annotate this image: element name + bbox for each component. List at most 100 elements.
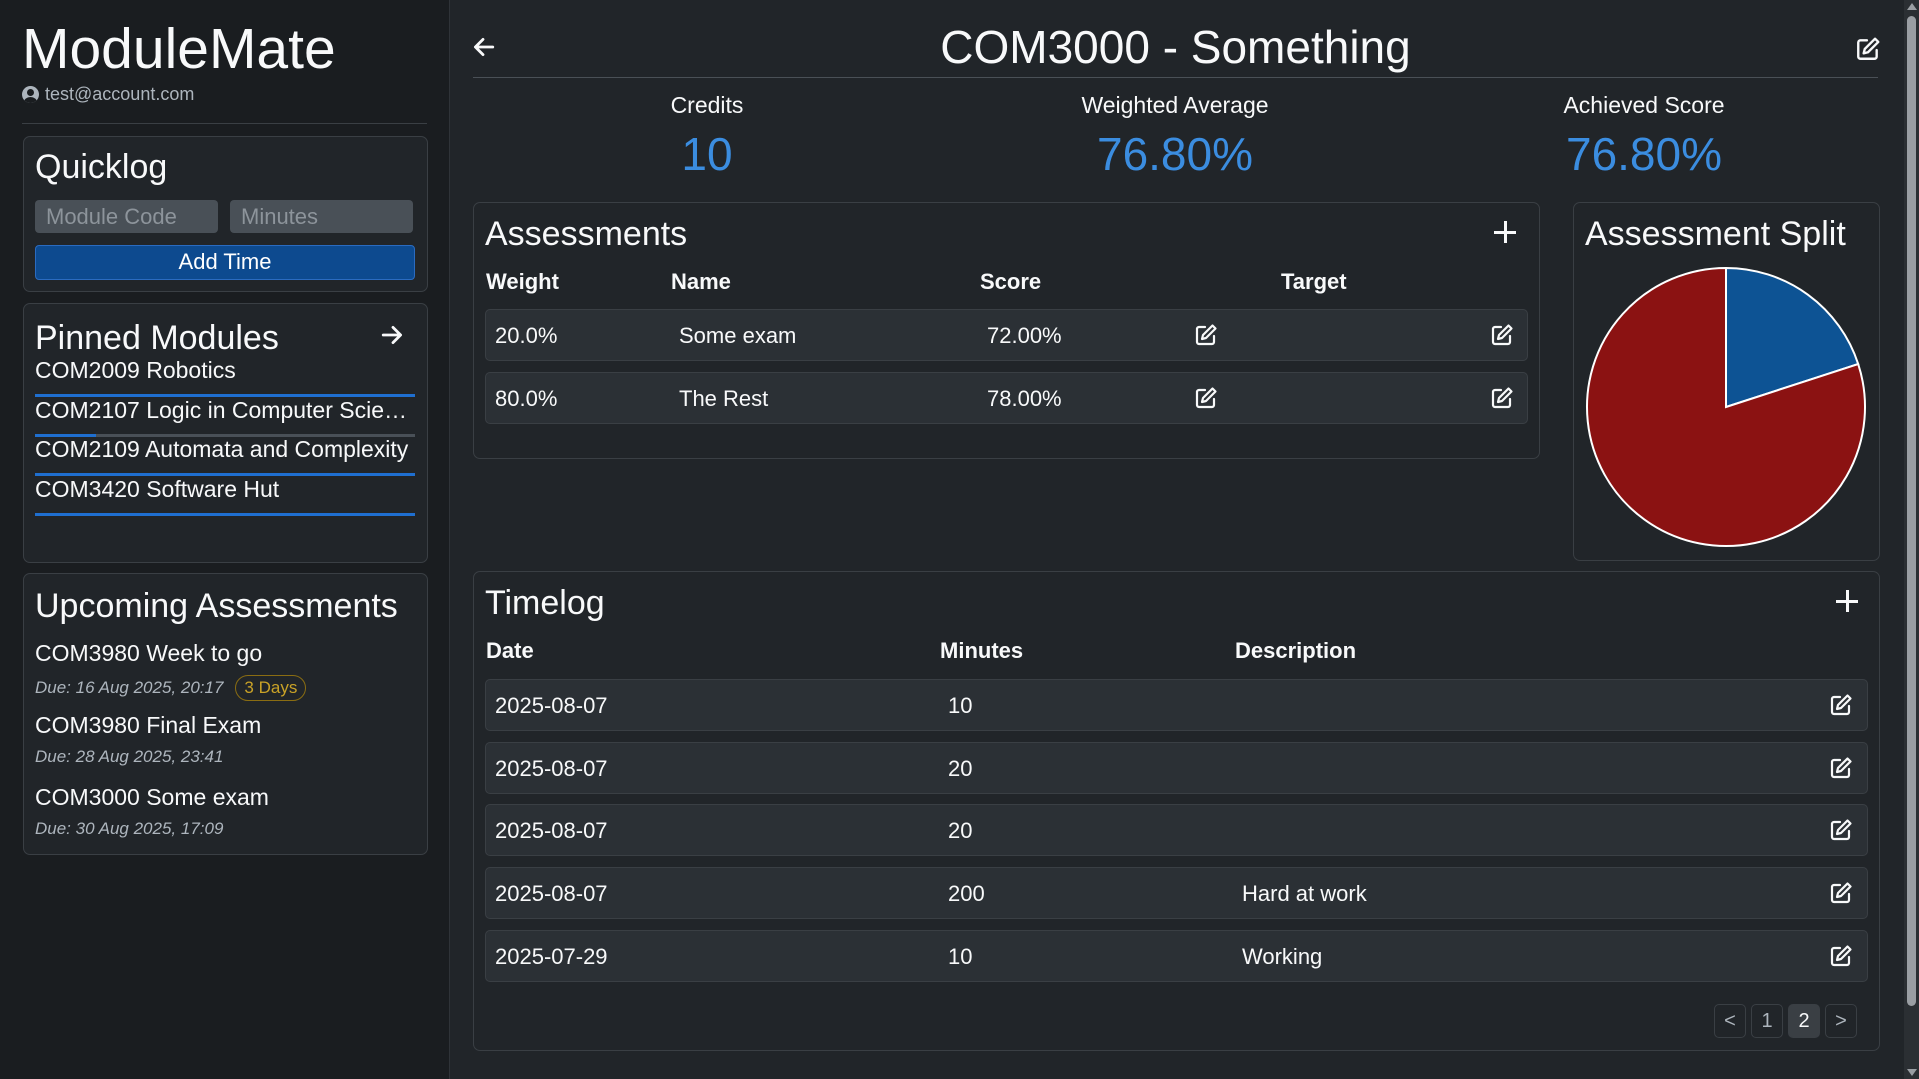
upcoming-assessments-card: Upcoming Assessments COM3980 Week to go … bbox=[23, 573, 428, 855]
timelog-row[interactable]: 2025-08-07 20 bbox=[485, 742, 1868, 794]
timelog-row[interactable]: 2025-08-07 200 Hard at work bbox=[485, 867, 1868, 919]
stat-value: 76.80% bbox=[1096, 128, 1253, 180]
assessment-weight: 20.0% bbox=[495, 323, 558, 348]
upcoming-assessment-due: Due: 28 Aug 2025, 23:41 bbox=[35, 747, 224, 766]
pagination-page-1[interactable]: 1 bbox=[1751, 1004, 1783, 1038]
assessment-name: Some exam bbox=[679, 323, 797, 348]
scroll-up-arrow-icon[interactable] bbox=[1907, 3, 1917, 10]
timelog-date: 2025-07-29 bbox=[495, 944, 608, 969]
edit-timelog-icon[interactable] bbox=[1829, 881, 1853, 905]
edit-target-icon[interactable] bbox=[1490, 386, 1514, 410]
column-header-weight: Weight bbox=[486, 269, 559, 294]
pinned-module-item[interactable]: COM2109 Automata and Complexity bbox=[35, 432, 415, 476]
upcoming-assessment-due: Due: 30 Aug 2025, 17:09 bbox=[35, 819, 224, 838]
timelog-minutes: 10 bbox=[948, 693, 973, 718]
add-time-button[interactable]: Add Time bbox=[35, 245, 415, 280]
stat-value: 10 bbox=[681, 128, 733, 180]
stat-label: Achieved Score bbox=[1563, 92, 1725, 118]
assessment-split-card: Assessment Split bbox=[1573, 202, 1880, 561]
upcoming-assessment-name: COM3980 Final Exam bbox=[35, 712, 262, 738]
upcoming-assessment-due: Due: 16 Aug 2025, 20:17 bbox=[35, 678, 224, 697]
stat-label: Weighted Average bbox=[1081, 92, 1269, 118]
assessment-score: 78.00% bbox=[987, 386, 1062, 411]
user-circle-icon bbox=[22, 86, 39, 103]
timelog-date: 2025-08-07 bbox=[495, 818, 608, 843]
pinned-module-label: COM2107 Logic in Computer Science bbox=[35, 397, 415, 423]
assessment-row[interactable]: 20.0% Some exam 72.00% bbox=[485, 309, 1528, 361]
assessments-title: Assessments bbox=[485, 215, 688, 253]
timelog-row[interactable]: 2025-08-07 20 bbox=[485, 804, 1868, 856]
column-header-name: Name bbox=[671, 269, 731, 294]
assessment-row[interactable]: 80.0% The Rest 78.00% bbox=[485, 372, 1528, 424]
edit-timelog-icon[interactable] bbox=[1829, 756, 1853, 780]
sidebar-divider bbox=[22, 123, 427, 124]
timelog-description: Working bbox=[1242, 944, 1323, 969]
pinned-module-item[interactable]: COM3420 Software Hut bbox=[35, 472, 415, 516]
timelog-row[interactable]: 2025-07-29 10 Working bbox=[485, 930, 1868, 982]
edit-score-icon[interactable] bbox=[1194, 386, 1218, 410]
scroll-down-arrow-icon[interactable] bbox=[1907, 1069, 1917, 1076]
stat-weighted-average: Weighted Average 76.80% bbox=[975, 92, 1375, 181]
account-info[interactable]: test@account.com bbox=[22, 84, 194, 105]
upcoming-assessment-name: COM3980 Week to go bbox=[35, 640, 263, 666]
edit-timelog-icon[interactable] bbox=[1829, 693, 1853, 717]
minutes-input[interactable] bbox=[230, 200, 413, 233]
upcoming-assessment-item[interactable]: COM3980 Week to go Due: 16 Aug 2025, 20:… bbox=[35, 640, 415, 701]
upcoming-assessment-name: COM3000 Some exam bbox=[35, 784, 269, 810]
sidebar: ModuleMate test@account.com Quicklog Add… bbox=[0, 0, 450, 1079]
pagination-prev[interactable]: < bbox=[1714, 1004, 1746, 1038]
column-header-target: Target bbox=[1281, 269, 1347, 294]
pinned-module-label: COM2009 Robotics bbox=[35, 357, 236, 383]
upcoming-assessment-item[interactable]: COM3000 Some exam Due: 30 Aug 2025, 17:0… bbox=[35, 784, 415, 839]
app-logo-title[interactable]: ModuleMate bbox=[22, 18, 336, 80]
stat-credits: Credits 10 bbox=[507, 92, 907, 181]
edit-timelog-icon[interactable] bbox=[1829, 944, 1853, 968]
column-header-description: Description bbox=[1235, 638, 1357, 663]
edit-icon[interactable] bbox=[1855, 36, 1881, 62]
column-header-score: Score bbox=[980, 269, 1042, 294]
page-scrollbar[interactable] bbox=[1904, 0, 1919, 1079]
column-header-minutes: Minutes bbox=[940, 638, 1024, 663]
column-header-date: Date bbox=[486, 638, 534, 663]
stat-achieved-score: Achieved Score 76.80% bbox=[1444, 92, 1844, 181]
timelog-date: 2025-08-07 bbox=[495, 756, 608, 781]
pagination-page-2[interactable]: 2 bbox=[1788, 1004, 1820, 1038]
add-assessment-plus-icon[interactable] bbox=[1494, 221, 1516, 243]
pinned-module-progress bbox=[35, 513, 415, 516]
pinned-module-item[interactable]: COM2009 Robotics bbox=[35, 353, 415, 397]
timelog-minutes: 20 bbox=[948, 818, 973, 843]
account-email: test@account.com bbox=[45, 84, 195, 104]
assessment-name: The Rest bbox=[679, 386, 769, 411]
upcoming-assessment-item[interactable]: COM3980 Final Exam Due: 28 Aug 2025, 23:… bbox=[35, 712, 415, 767]
scrollbar-thumb[interactable] bbox=[1907, 16, 1916, 1006]
assessments-card: Assessments Weight Name Score Target 20.… bbox=[473, 202, 1540, 459]
stat-label: Credits bbox=[670, 92, 744, 118]
arrow-right-icon[interactable] bbox=[380, 322, 406, 348]
timelog-row[interactable]: 2025-08-07 10 bbox=[485, 679, 1868, 731]
assessment-score: 72.00% bbox=[987, 323, 1062, 348]
stat-value: 76.80% bbox=[1565, 128, 1722, 180]
module-title: COM3000 - Something bbox=[940, 21, 1411, 73]
timelog-date: 2025-08-07 bbox=[495, 881, 608, 906]
add-timelog-plus-icon[interactable] bbox=[1836, 590, 1858, 612]
pinned-module-item[interactable]: COM2107 Logic in Computer Science bbox=[35, 393, 415, 437]
quicklog-title: Quicklog bbox=[35, 148, 168, 186]
assessment-weight: 80.0% bbox=[495, 386, 558, 411]
days-left-badge: 3 Days bbox=[235, 675, 307, 701]
edit-score-icon[interactable] bbox=[1194, 323, 1218, 347]
pinned-module-label: COM3420 Software Hut bbox=[35, 476, 280, 502]
timelog-title: Timelog bbox=[485, 584, 605, 622]
pagination-next[interactable]: > bbox=[1825, 1004, 1857, 1038]
timelog-minutes: 10 bbox=[948, 944, 973, 969]
header-divider bbox=[473, 77, 1878, 78]
assessment-split-title: Assessment Split bbox=[1585, 215, 1846, 253]
timelog-date: 2025-08-07 bbox=[495, 693, 608, 718]
timelog-minutes: 200 bbox=[948, 881, 985, 906]
pinned-module-label: COM2109 Automata and Complexity bbox=[35, 436, 409, 462]
pagination: < 1 2 > bbox=[1714, 1004, 1857, 1038]
edit-timelog-icon[interactable] bbox=[1829, 818, 1853, 842]
upcoming-assessments-title: Upcoming Assessments bbox=[35, 587, 398, 625]
module-code-input[interactable] bbox=[35, 200, 218, 233]
quicklog-card: Quicklog Add Time bbox=[23, 136, 428, 292]
edit-target-icon[interactable] bbox=[1490, 323, 1514, 347]
